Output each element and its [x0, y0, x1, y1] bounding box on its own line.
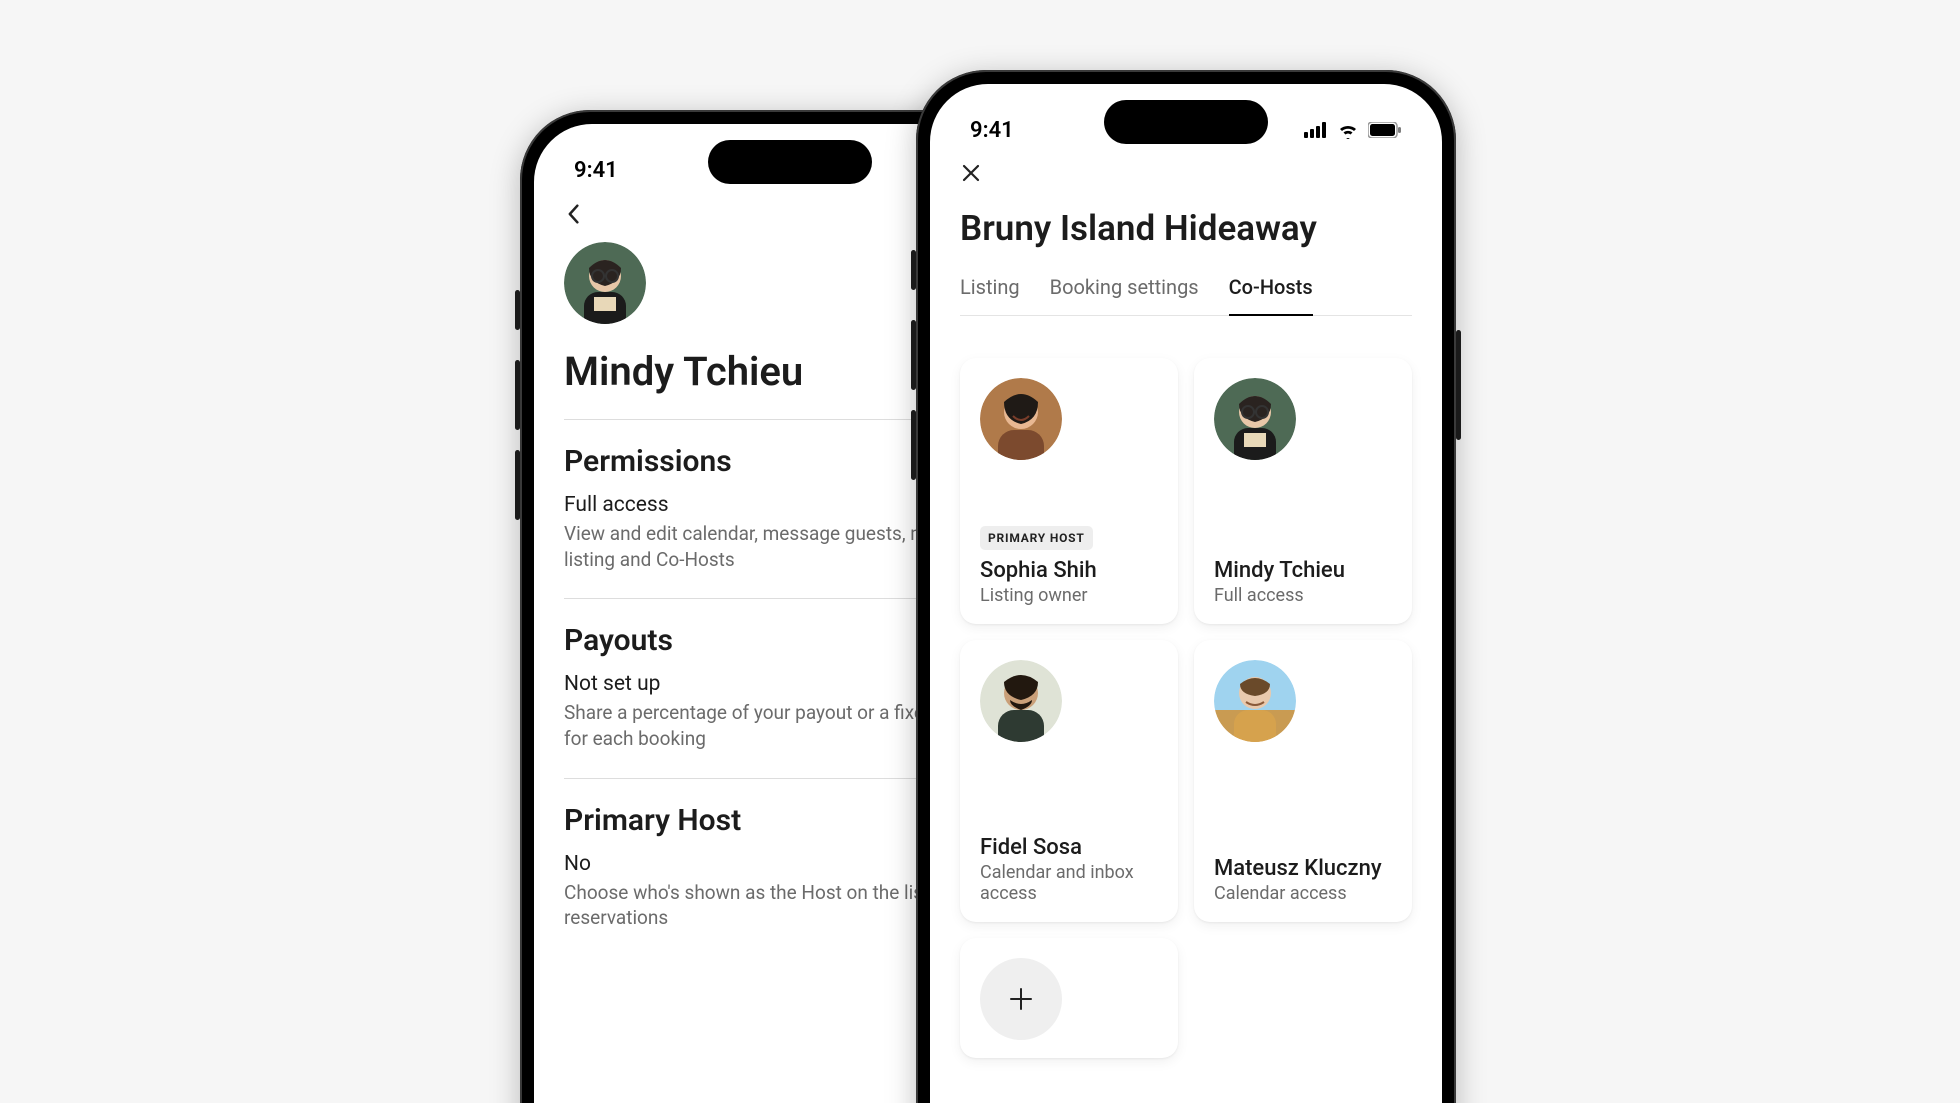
cohost-name: Mindy Tchieu	[1214, 558, 1392, 583]
cohost-role: Calendar access	[1214, 883, 1392, 904]
cohost-card[interactable]: Mateusz Kluczny Calendar access	[1194, 640, 1412, 922]
primary-host-badge: PRIMARY HOST	[980, 526, 1093, 550]
cohost-name: Sophia Shih	[980, 558, 1158, 583]
phone-button	[911, 250, 916, 290]
cohost-role: Calendar and inbox access	[980, 862, 1158, 904]
cohost-name: Fidel Sosa	[980, 835, 1158, 860]
cohost-card[interactable]: Mindy Tchieu Full access	[1194, 358, 1412, 624]
cellular-icon	[1304, 122, 1328, 138]
phone-button	[515, 450, 520, 520]
cohost-role: Listing owner	[980, 585, 1158, 606]
phone-button	[911, 320, 916, 390]
phone-button	[515, 290, 520, 330]
cohost-name: Mateusz Kluczny	[1214, 856, 1392, 881]
avatar	[980, 378, 1062, 460]
status-time: 9:41	[970, 118, 1014, 143]
avatar	[1214, 660, 1296, 742]
avatar	[1214, 378, 1296, 460]
tab-listing[interactable]: Listing	[960, 267, 1020, 315]
tab-booking-settings[interactable]: Booking settings	[1050, 267, 1199, 315]
battery-icon	[1368, 122, 1402, 138]
back-button[interactable]	[564, 198, 584, 242]
plus-icon	[980, 958, 1062, 1040]
tabs: Listing Booking settings Co-Hosts	[960, 267, 1412, 316]
avatar	[980, 660, 1062, 742]
cohost-card[interactable]: Fidel Sosa Calendar and inbox access	[960, 640, 1178, 922]
cohost-role: Full access	[1214, 585, 1392, 606]
dynamic-island	[708, 140, 872, 184]
status-time: 9:41	[574, 158, 618, 183]
phone-right: 9:41 Bruny Island Hideaway	[916, 70, 1456, 1103]
add-cohost-card[interactable]	[960, 938, 1178, 1058]
phone-button	[911, 410, 916, 480]
cohost-card-primary[interactable]: PRIMARY HOST Sophia Shih Listing owner	[960, 358, 1178, 624]
avatar	[564, 242, 646, 324]
close-button[interactable]	[960, 158, 982, 200]
phone-button	[515, 360, 520, 430]
dynamic-island	[1104, 100, 1268, 144]
wifi-icon	[1336, 121, 1360, 139]
cohost-grid: PRIMARY HOST Sophia Shih Listing owner M…	[960, 358, 1412, 1058]
tab-cohosts[interactable]: Co-Hosts	[1229, 267, 1313, 315]
listing-title: Bruny Island Hideaway	[960, 208, 1412, 249]
phone-button	[1456, 330, 1461, 440]
